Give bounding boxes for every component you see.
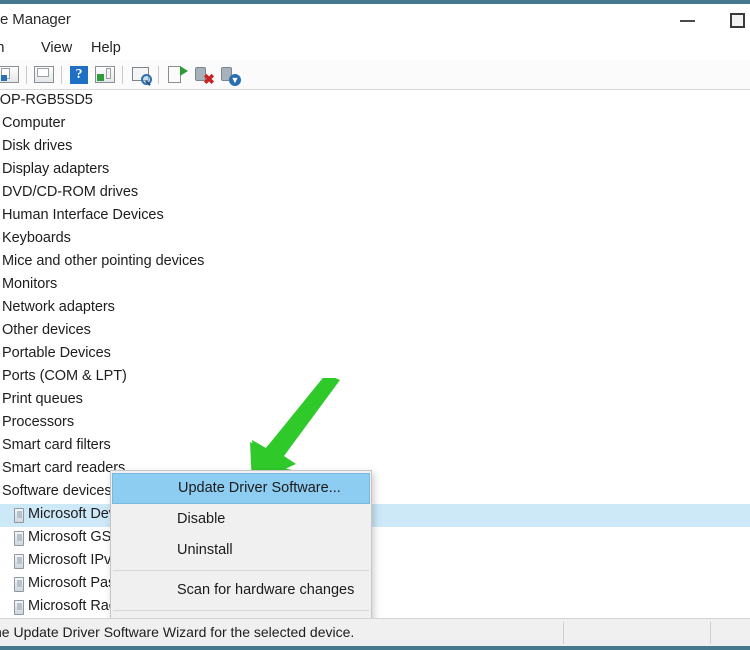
properties-green-tab [97,74,104,81]
tree-root-node[interactable]: SKTOP-RGB5SD5 [0,90,750,113]
context-menu-item[interactable]: Update Driver Software... [112,473,370,504]
tree-item[interactable]: Portable Devices [0,343,750,366]
tree-item[interactable]: Disk drives [0,136,750,159]
back-navigation-icon[interactable] [0,64,20,86]
status-bar: he Update Driver Software Wizard for the… [0,618,750,646]
tree-item-label: Other devices [2,322,91,338]
context-menu-separator [113,570,369,571]
help-question-glyph: ? [70,66,88,84]
device-icon [14,508,24,523]
menu-action[interactable]: tion [0,38,9,58]
status-bar-text: he Update Driver Software Wizard for the… [0,624,355,640]
tree-item-label: Monitors [2,276,58,292]
context-menu-item[interactable]: Scan for hardware changes [111,575,371,606]
tree-item-label: Software devices [2,483,112,499]
scan-magnifier-handle [145,80,151,86]
menu-view[interactable]: View [36,38,77,58]
disable-device-icon[interactable]: ✖ [192,64,215,87]
tree-item[interactable]: Mice and other pointing devices [0,251,750,274]
menu-bar: tion View Help [0,35,750,60]
tree-item-label: Portable Devices [2,345,111,361]
toolbar-separator [122,66,123,84]
tree-item[interactable]: Display adapters [0,159,750,182]
update-driver-arrow [180,66,188,76]
tree-item-label: DVD/CD-ROM drives [2,184,139,200]
maximize-button[interactable] [716,4,750,35]
status-bar-divider [563,622,564,644]
tree-item-label: SKTOP-RGB5SD5 [0,92,93,108]
properties-lines [106,68,111,79]
tree-item-label: Microsoft GS [28,529,112,545]
window-title: e Manager [0,11,71,28]
tree-item-label: Microsoft Dev [28,506,116,522]
tree-item-label: Processors [2,414,75,430]
menu-help[interactable]: Help [86,38,126,58]
tree-item[interactable]: Network adapters [0,297,750,320]
tree-item[interactable]: Computer [0,113,750,136]
tree-item-label: Network adapters [2,299,115,315]
context-menu-item[interactable]: Uninstall [111,535,371,566]
tree-item-label: Disk drives [2,138,73,154]
properties-icon[interactable] [94,64,116,86]
maximize-icon [730,13,745,28]
tree-item-label: Microsoft Pas [28,575,116,591]
uninstall-device-down: ▼ [229,74,241,86]
minimize-icon [680,20,695,22]
update-driver-icon[interactable] [166,64,188,86]
title-bar: e Manager [0,4,750,35]
device-icon [14,531,24,546]
back-navigation-icon-tab [1,75,7,81]
toolbar-separator [158,66,159,84]
show-hidden-devices-inner [37,68,49,77]
tree-item-label: Microsoft Rac [28,598,116,614]
context-menu-item[interactable]: Disable [111,504,371,535]
tree-item-label: Ports (COM & LPT) [2,368,127,384]
tree-item[interactable]: Print queues [0,389,750,412]
tree-item-label: Human Interface Devices [2,207,164,223]
device-icon [14,554,24,569]
tree-item-label: Microsoft IPv [28,552,112,568]
device-icon [14,577,24,592]
scan-magnifier-shape [141,74,152,86]
tree-item[interactable]: Processors [0,412,750,435]
tree-item-label: Computer [2,115,66,131]
toolbar: ? ✖ ▼ [0,60,750,90]
tree-item-label: Smart card readers [2,460,126,476]
tree-item-label: Mice and other pointing devices [2,253,205,269]
tree-item[interactable]: DVD/CD-ROM drives [0,182,750,205]
context-menu-separator [113,610,369,611]
device-manager-window: e Manager tion View Help ? [0,0,750,650]
window-bottom-accent [0,646,750,650]
help-icon[interactable]: ? [68,64,90,86]
disable-device-x: ✖ [203,71,215,87]
tree-item[interactable]: Human Interface Devices [0,205,750,228]
status-bar-divider [710,622,711,644]
tree-item-label: Keyboards [2,230,71,246]
toolbar-separator [61,66,62,84]
tree-item[interactable]: Keyboards [0,228,750,251]
uninstall-device-icon[interactable]: ▼ [218,64,241,86]
scan-for-hardware-changes-icon[interactable] [130,64,152,86]
tree-item-label: Display adapters [2,161,110,177]
tree-item[interactable]: Smart card filters [0,435,750,458]
tree-item[interactable]: Ports (COM & LPT) [0,366,750,389]
device-icon [14,600,24,615]
tree-item[interactable]: Monitors [0,274,750,297]
tree-item-label: Print queues [2,391,83,407]
toolbar-separator [26,66,27,84]
tree-item[interactable]: Other devices [0,320,750,343]
minimize-button[interactable] [666,4,712,35]
show-hidden-devices-icon[interactable] [33,64,55,86]
tree-item-label: Smart card filters [2,437,111,453]
